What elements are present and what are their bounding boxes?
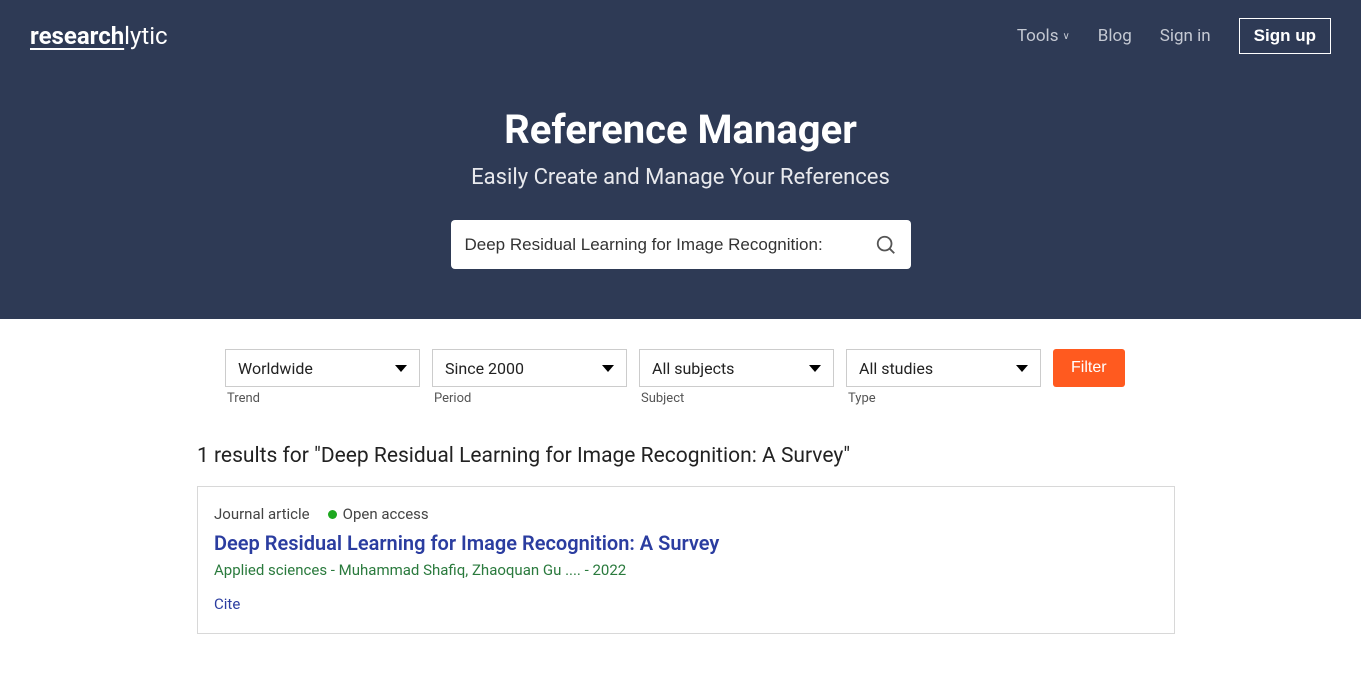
filter-subject-label: Subject: [639, 391, 834, 406]
nav-blog[interactable]: Blog: [1098, 26, 1132, 46]
result-authors: Applied sciences - Muhammad Shafiq, Zhao…: [214, 561, 1158, 579]
filter-period-value: Since 2000: [445, 359, 524, 378]
page-title: Reference Manager: [30, 106, 1331, 153]
filter-subject[interactable]: All subjects: [639, 349, 834, 387]
filter-type-value: All studies: [859, 359, 933, 378]
filter-button[interactable]: Filter: [1053, 349, 1125, 387]
nav-signin[interactable]: Sign in: [1160, 26, 1211, 46]
green-dot-icon: [328, 510, 337, 519]
dropdown-icon: [602, 365, 614, 372]
dropdown-icon: [395, 365, 407, 372]
filter-period-label: Period: [432, 391, 627, 406]
signup-button[interactable]: Sign up: [1239, 18, 1331, 54]
chevron-down-icon: ∨: [1062, 31, 1069, 42]
page-subtitle: Easily Create and Manage Your References: [30, 165, 1331, 190]
logo-suffix: lytic: [124, 22, 167, 50]
logo-prefix: research: [30, 22, 124, 50]
results-heading: 1 results for "Deep Residual Learning fo…: [197, 444, 1170, 468]
open-access-label: Open access: [343, 505, 429, 523]
result-card: Journal article Open access Deep Residua…: [197, 486, 1175, 634]
filter-trend-label: Trend: [225, 391, 420, 406]
filter-period[interactable]: Since 2000: [432, 349, 627, 387]
search-input[interactable]: [465, 235, 875, 255]
nav-tools[interactable]: Tools ∨: [1017, 26, 1070, 46]
result-title-link[interactable]: Deep Residual Learning for Image Recogni…: [214, 531, 1158, 555]
filter-type-label: Type: [846, 391, 1041, 406]
dropdown-icon: [809, 365, 821, 372]
cite-link[interactable]: Cite: [214, 595, 1158, 613]
dropdown-icon: [1016, 365, 1028, 372]
filter-subject-value: All subjects: [652, 359, 734, 378]
filter-type[interactable]: All studies: [846, 349, 1041, 387]
search-icon[interactable]: [875, 234, 897, 256]
site-logo[interactable]: researchlytic: [30, 22, 168, 50]
filter-trend[interactable]: Worldwide: [225, 349, 420, 387]
result-type: Journal article: [214, 505, 310, 523]
nav-tools-label: Tools: [1017, 26, 1059, 46]
filter-trend-value: Worldwide: [238, 359, 313, 378]
open-access-badge: Open access: [328, 505, 429, 523]
search-box: [451, 220, 911, 269]
